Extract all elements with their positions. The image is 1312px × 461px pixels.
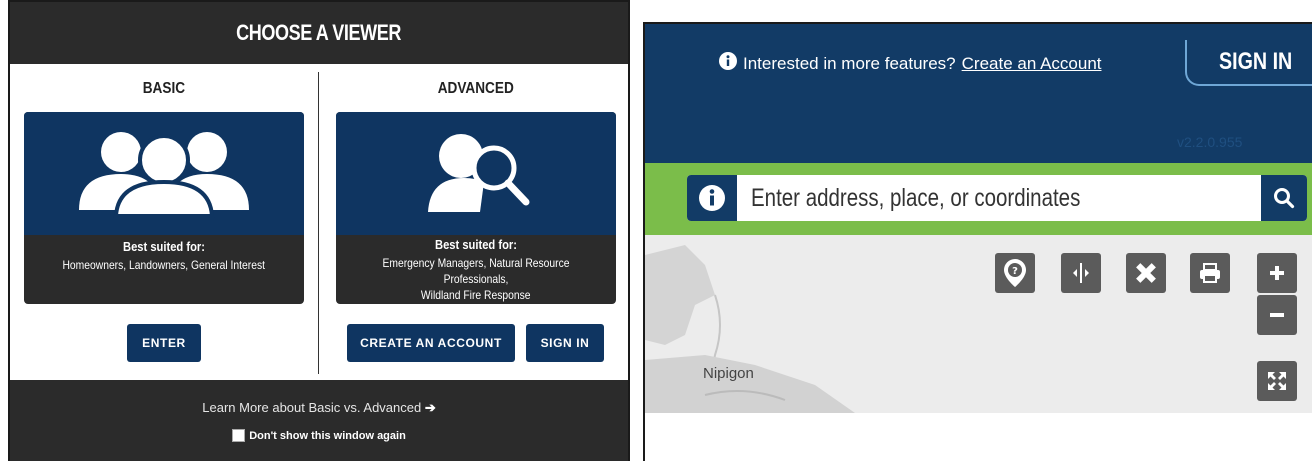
arrow-right-icon: ➔ — [424, 400, 436, 415]
version-label: v2.2.0.955 — [1177, 134, 1243, 150]
viewer-signin-button[interactable]: SIGN IN — [1185, 40, 1312, 86]
info-icon — [699, 185, 725, 211]
map-label-nipigon: Nipigon — [703, 365, 754, 382]
basic-best-suited: Best suited for: Homeowners, Landowners,… — [62, 239, 266, 272]
dialog-footer: Learn More about Basic vs. Advanced ➔ Do… — [10, 380, 628, 461]
measure-icon[interactable] — [1126, 253, 1166, 293]
info-circle-icon — [719, 52, 737, 75]
search-button[interactable] — [1261, 175, 1307, 221]
search-bar: Enter address, place, or coordinates — [645, 163, 1312, 235]
dont-show-checkbox[interactable] — [232, 429, 246, 442]
account-notice: Interested in more features? Create an A… — [719, 52, 1102, 75]
advanced-title: ADVANCED — [437, 80, 515, 97]
viewer-header: Interested in more features? Create an A… — [645, 24, 1312, 163]
create-account-link[interactable]: Create an Account — [962, 54, 1102, 74]
enter-button[interactable]: ENTER — [127, 324, 201, 362]
create-account-button[interactable]: CREATE AN ACCOUNT — [347, 324, 515, 362]
swipe-icon[interactable] — [1061, 253, 1101, 293]
zoom-in-icon[interactable] — [1257, 253, 1297, 293]
advanced-best-suited: Best suited for: Emergency Managers, Nat… — [382, 237, 570, 302]
learn-more-link[interactable]: Learn More about Basic vs. Advanced ➔ — [10, 400, 628, 416]
search-icon — [1274, 188, 1295, 209]
dont-show-option[interactable]: Don't show this window again — [10, 429, 628, 442]
column-divider — [318, 72, 319, 374]
viewer-panel: Interested in more features? Create an A… — [643, 22, 1312, 461]
advanced-card[interactable]: Best suited for: Emergency Managers, Nat… — [336, 112, 616, 304]
print-icon[interactable] — [1190, 253, 1230, 293]
help-pin-icon[interactable]: ? — [995, 253, 1035, 293]
search-info-button[interactable] — [687, 175, 737, 221]
basic-card[interactable]: Best suited for: Homeowners, Landowners,… — [24, 112, 304, 304]
user-search-icon — [336, 112, 616, 235]
zoom-out-icon[interactable] — [1257, 295, 1297, 335]
search-input[interactable]: Enter address, place, or coordinates — [751, 175, 1153, 221]
basic-title: BASIC — [142, 80, 186, 97]
dialog-title: CHOOSE A VIEWER — [10, 2, 628, 64]
signin-button[interactable]: SIGN IN — [526, 324, 604, 362]
users-icon — [24, 112, 304, 235]
map-area[interactable]: Nipigon ? — [645, 235, 1312, 413]
search-box: Enter address, place, or coordinates — [687, 175, 1307, 221]
fullscreen-icon[interactable] — [1257, 361, 1297, 401]
svg-text:?: ? — [1012, 266, 1018, 277]
choose-viewer-dialog: CHOOSE A VIEWER BASIC ADVANCED Best suit… — [8, 0, 630, 461]
